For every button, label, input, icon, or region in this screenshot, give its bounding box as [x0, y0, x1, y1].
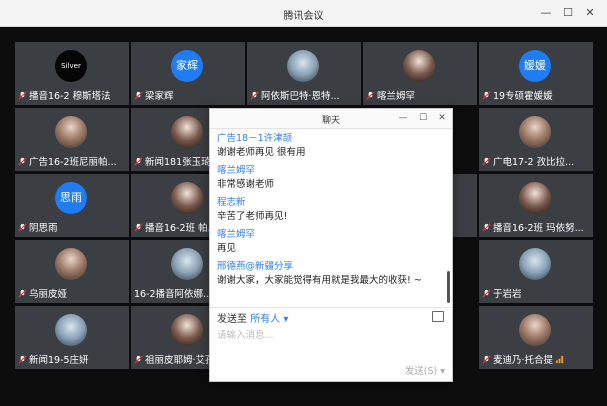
mic-muted-icon	[18, 157, 27, 166]
participant-name: 16-2播音阿依娜...	[134, 289, 213, 300]
participant-tile[interactable]: 喀兰姆罕	[363, 42, 477, 105]
participant-tile[interactable]: 媛媛 19专硕霍媛媛	[479, 42, 593, 105]
participant-tile[interactable]: 家辉 梁家辉	[131, 42, 245, 105]
participant-name: 新闻19-5庄妍	[29, 355, 89, 366]
avatar: 家辉	[171, 50, 203, 82]
chat-input[interactable]: 请输入消息...	[217, 327, 274, 341]
participant-tile[interactable]: 广电17-2 孜比拉...	[479, 108, 593, 171]
avatar: Silver	[55, 50, 87, 82]
avatar	[519, 314, 551, 346]
participant-name: 喀兰姆罕	[377, 91, 416, 102]
mic-muted-icon	[482, 355, 491, 364]
chat-message: 广告18－1许津颉 谢谢老师再见 很有用	[217, 132, 443, 160]
send-to-target[interactable]: 所有人	[250, 314, 280, 325]
avatar	[519, 248, 551, 280]
mic-muted-icon	[482, 223, 491, 232]
participant-name: 广告16-2班尼丽帕...	[29, 157, 117, 168]
participant-tile[interactable]: 于岩岩	[479, 240, 593, 303]
chat-message: 程志新 辛苦了老师再见!	[217, 196, 443, 224]
avatar	[171, 248, 203, 280]
signal-icon	[555, 355, 564, 364]
screenshot-icon[interactable]	[432, 311, 444, 322]
avatar	[171, 314, 203, 346]
chat-scrollbar[interactable]	[447, 271, 450, 303]
mic-muted-icon	[18, 289, 27, 298]
chat-sender: 喀兰姆罕	[217, 229, 256, 240]
avatar	[55, 314, 87, 346]
mic-muted-icon	[250, 91, 259, 100]
avatar	[519, 116, 551, 148]
avatar	[519, 182, 551, 214]
participant-name: 19专硕霍媛媛	[493, 91, 553, 102]
participant-tile[interactable]: 新闻19-5庄妍	[15, 306, 129, 369]
chevron-down-icon: ▾	[440, 366, 445, 377]
mic-muted-icon	[482, 157, 491, 166]
participant-tile[interactable]: 播音16-2班 玛依努...	[479, 174, 593, 237]
participant-name: 阿依斯巴特·恩特...	[261, 91, 340, 102]
mic-muted-icon	[134, 223, 143, 232]
send-button[interactable]: 发送(S) ▾	[405, 363, 445, 377]
mic-muted-icon	[18, 91, 27, 100]
mic-muted-icon	[482, 91, 491, 100]
chat-sender: 邢德燕@新疆分享	[217, 261, 294, 272]
chat-sender: 喀兰姆罕	[217, 165, 256, 176]
mic-muted-icon	[366, 91, 375, 100]
title-bar: 腾讯会议 — ☐ ✕	[0, 0, 607, 27]
chat-minimize-button[interactable]: —	[396, 111, 410, 125]
participant-name: 麦迪乃·托合提	[493, 355, 554, 366]
chat-message: 喀兰姆罕 非常感谢老师	[217, 164, 443, 192]
chevron-down-icon: ▾	[283, 314, 289, 325]
chat-message: 喀兰姆罕 再见	[217, 228, 443, 256]
send-to-selector[interactable]: 发送至 所有人 ▾	[217, 310, 288, 325]
avatar	[171, 116, 203, 148]
chat-text: 非常感谢老师	[217, 179, 275, 190]
participant-tile[interactable]: Silver 播音16-2 穆斯塔法	[15, 42, 129, 105]
chat-text: 谢谢大家，大家能觉得有用就是我最大的收获! ~	[217, 275, 422, 286]
participant-name: 播音16-2班 帕...	[145, 223, 217, 234]
close-button[interactable]: ✕	[581, 4, 599, 22]
participant-tile[interactable]: 阿依斯巴特·恩特...	[247, 42, 361, 105]
window-title: 腾讯会议	[283, 11, 324, 22]
chat-divider	[210, 307, 452, 308]
participant-name: 播音16-2 穆斯塔法	[29, 91, 111, 102]
avatar: 媛媛	[519, 50, 551, 82]
mic-muted-icon	[18, 355, 27, 364]
participant-name: 梁家辉	[145, 91, 174, 102]
avatar	[171, 182, 203, 214]
avatar: 思雨	[55, 182, 87, 214]
chat-close-button[interactable]: ✕	[435, 111, 449, 125]
chat-sender: 广告18－1许津颉	[217, 133, 293, 144]
chat-maximize-button[interactable]: ☐	[416, 111, 430, 125]
avatar	[55, 116, 87, 148]
chat-message-list[interactable]: 广告18－1许津颉 谢谢老师再见 很有用 喀兰姆罕 非常感谢老师 程志新 辛苦了…	[217, 128, 443, 302]
chat-panel: 聊天 — ☐ ✕ 广告18－1许津颉 谢谢老师再见 很有用 喀兰姆罕 非常感谢老…	[209, 108, 453, 382]
chat-text: 谢谢老师再见 很有用	[217, 147, 306, 158]
chat-text: 辛苦了老师再见!	[217, 211, 288, 222]
avatar	[287, 50, 319, 82]
participant-tile[interactable]: 麦迪乃·托合提	[479, 306, 593, 369]
participant-name: 阴思雨	[29, 223, 58, 234]
mic-muted-icon	[134, 157, 143, 166]
chat-text: 再见	[217, 243, 237, 254]
participant-tile[interactable]: 思雨 阴思雨	[15, 174, 129, 237]
chat-message: 邢德燕@新疆分享 谢谢大家，大家能觉得有用就是我最大的收获! ~	[217, 260, 443, 288]
participant-name: 新闻181张玉琦	[145, 157, 211, 168]
mic-muted-icon	[134, 355, 143, 364]
participant-tile[interactable]: 乌丽皮娅	[15, 240, 129, 303]
chat-title-bar: 聊天 — ☐ ✕	[210, 109, 452, 129]
send-to-label: 发送至	[217, 314, 247, 325]
participant-name: 播音16-2班 玛依努...	[493, 223, 584, 234]
maximize-button[interactable]: ☐	[559, 4, 577, 22]
avatar	[55, 248, 87, 280]
participant-name: 于岩岩	[493, 289, 522, 300]
mic-muted-icon	[134, 91, 143, 100]
participant-name: 广电17-2 孜比拉...	[493, 157, 575, 168]
participant-name: 乌丽皮娅	[29, 289, 68, 300]
mic-muted-icon	[482, 289, 491, 298]
participant-tile[interactable]: 广告16-2班尼丽帕...	[15, 108, 129, 171]
minimize-button[interactable]: —	[537, 4, 555, 22]
avatar	[403, 50, 435, 82]
chat-sender: 程志新	[217, 197, 246, 208]
mic-muted-icon	[18, 223, 27, 232]
